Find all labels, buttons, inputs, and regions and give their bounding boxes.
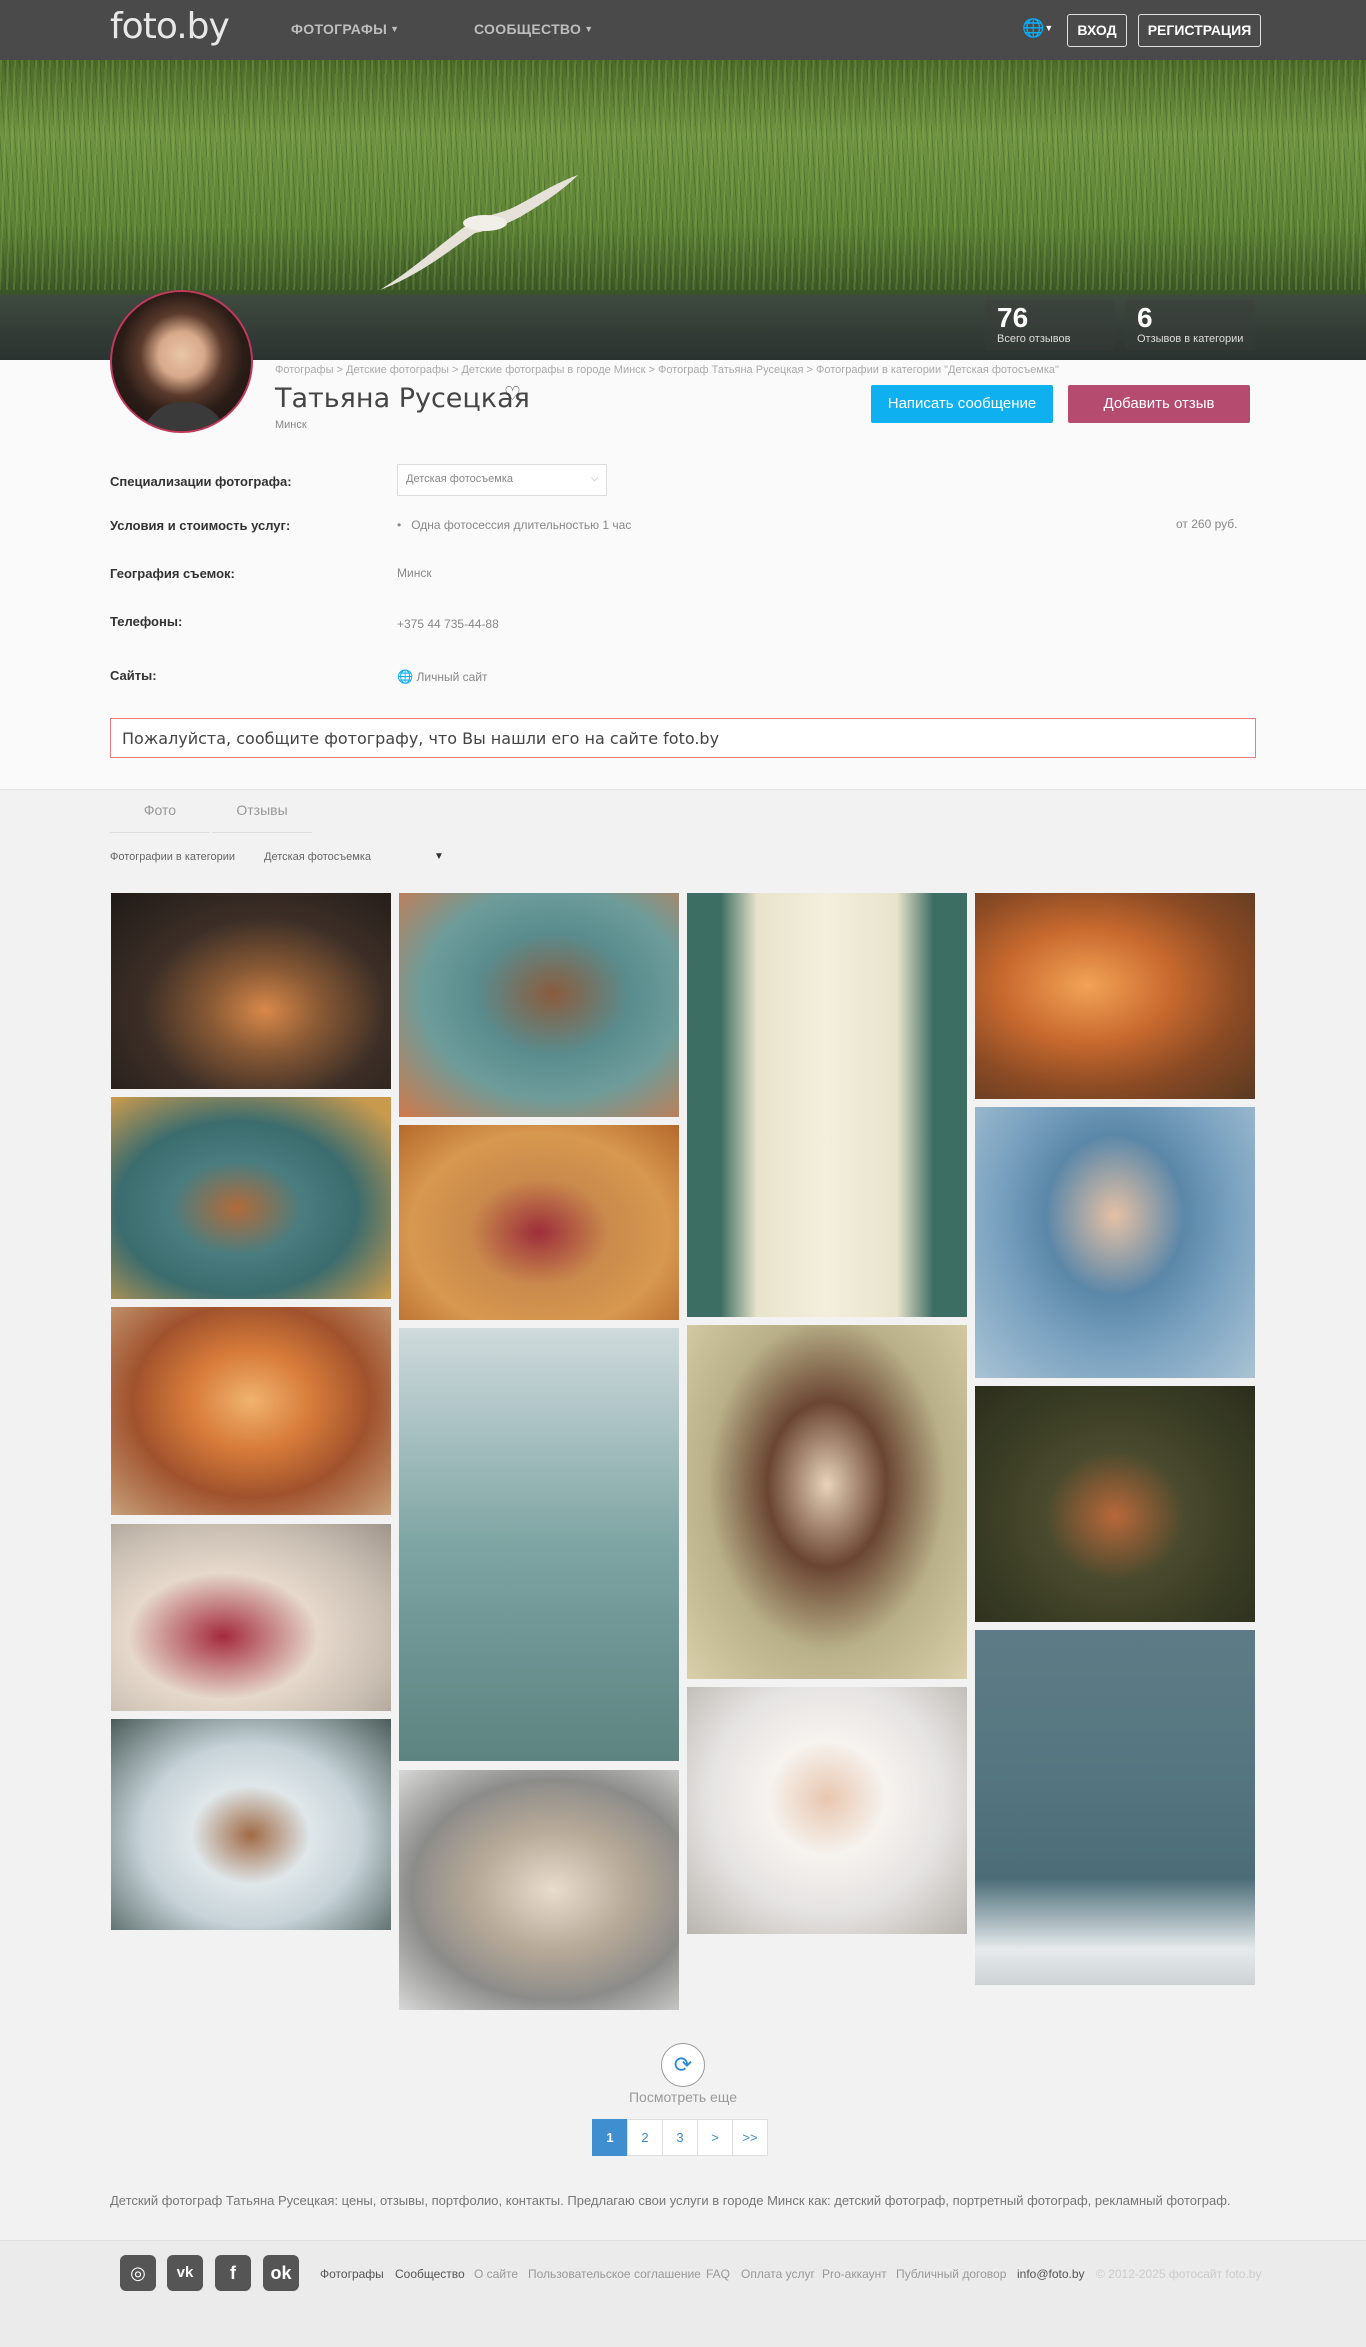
instagram-icon[interactable]: ◎ (120, 2255, 156, 2291)
gallery-photo[interactable] (975, 1386, 1255, 1622)
avatar (110, 290, 253, 433)
gallery-photo[interactable] (687, 1325, 967, 1679)
footer: ◎ vk f ok Фотографы Сообщество О сайте П… (0, 2240, 1366, 2347)
tab-reviews[interactable]: Отзывы (212, 800, 312, 833)
gallery-photo[interactable] (399, 1125, 679, 1320)
language-globe-icon[interactable]: 🌐▼ (1022, 18, 1053, 39)
category-reviews-stat[interactable]: 6 Отзывов в категории (1125, 300, 1255, 350)
specialization-select[interactable]: Детская фотосъемка ⌵ (397, 464, 607, 496)
gallery-photo[interactable] (975, 893, 1255, 1099)
sites-label: Сайты: (110, 668, 157, 683)
page-1[interactable]: 1 (592, 2119, 628, 2156)
caret-down-icon: ▼ (390, 24, 400, 34)
gallery-photo[interactable] (399, 1770, 679, 2010)
page-2[interactable]: 2 (627, 2119, 663, 2156)
gallery-photo[interactable] (687, 893, 967, 1317)
total-reviews-stat[interactable]: 76 Всего отзывов (985, 300, 1115, 350)
gallery-photo[interactable] (111, 1307, 391, 1515)
page-next[interactable]: > (697, 2119, 733, 2156)
gallery-photo[interactable] (111, 893, 391, 1089)
breadcrumb[interactable]: Фотографы > Детские фотографы > Детские … (275, 364, 1059, 376)
category-filter-label: Фотографии в категории (110, 851, 236, 863)
caret-down-icon: ▼ (584, 24, 594, 34)
page-3[interactable]: 3 (662, 2119, 698, 2156)
terms-label: Условия и стоимость услуг: (110, 518, 291, 533)
footer-link-agreement[interactable]: Пользовательское соглашение (528, 2267, 701, 2281)
chevron-down-icon: ⌵ (591, 473, 598, 483)
caret-down-icon[interactable]: ▼ (434, 851, 444, 862)
phones-label: Телефоны: (110, 614, 183, 629)
nav-community[interactable]: СООБЩЕСТВО ▼ (474, 21, 593, 37)
personal-site-link[interactable]: 🌐 Личный сайт (397, 669, 488, 685)
category-filter-select[interactable]: Детская фотосъемка (264, 851, 371, 863)
gallery-photo[interactable] (687, 1687, 967, 1934)
page-last[interactable]: >> (732, 2119, 768, 2156)
top-navbar: foto.by ФОТОГРАФЫ ▼ СООБЩЕСТВО ▼ 🌐▼ ВХОД Р… (0, 0, 1366, 60)
seagull-image (380, 175, 578, 290)
write-message-button[interactable]: Написать сообщение (871, 385, 1053, 423)
gallery-photo[interactable] (111, 1719, 391, 1930)
footer-link-photographers[interactable]: Фотографы (320, 2267, 384, 2281)
favorite-heart-icon[interactable]: ♡ (504, 383, 521, 406)
footer-link-community[interactable]: Сообщество (395, 2267, 465, 2281)
seo-description: Детский фотограф Татьяна Русецкая: цены,… (110, 2193, 1231, 2208)
facebook-icon[interactable]: f (215, 2255, 251, 2291)
footer-link-public-contract[interactable]: Публичный договор (896, 2267, 1006, 2281)
footer-link-about[interactable]: О сайте (474, 2267, 518, 2281)
add-review-button[interactable]: Добавить отзыв (1068, 385, 1250, 423)
register-button[interactable]: РЕГИСТРАЦИЯ (1138, 14, 1261, 47)
site-logo[interactable]: foto.by (110, 6, 230, 47)
spec-label: Специализации фотографа: (110, 474, 292, 489)
footer-link-email[interactable]: info@foto.by (1017, 2267, 1085, 2281)
footer-link-pro[interactable]: Pro-аккаунт (822, 2267, 887, 2281)
terms-price: от 260 руб. (1176, 517, 1238, 531)
vk-icon[interactable]: vk (167, 2255, 203, 2291)
gallery-photo[interactable] (111, 1524, 391, 1711)
terms-item: • Одна фотосессия длительностью 1 час (397, 518, 632, 532)
geo-value: Минск (397, 566, 432, 580)
refresh-icon[interactable]: ⟳ (661, 2043, 705, 2087)
odnoklassniki-icon[interactable]: ok (263, 2255, 299, 2291)
nav-photographers[interactable]: ФОТОГРАФЫ ▼ (291, 21, 399, 37)
phone-value[interactable]: +375 44 735-44-88 (397, 617, 499, 631)
gallery-photo[interactable] (975, 1107, 1255, 1378)
tab-photos[interactable]: Фото (110, 800, 210, 833)
footer-link-payment[interactable]: Оплата услуг (741, 2267, 815, 2281)
gallery-photo[interactable] (399, 1328, 679, 1761)
gallery-photo[interactable] (111, 1097, 391, 1299)
gallery-photo[interactable] (399, 893, 679, 1117)
load-more-button[interactable]: Посмотреть еще (0, 2089, 1366, 2105)
photographer-name: Татьяна Русецкая (275, 383, 530, 414)
footer-link-faq[interactable]: FAQ (706, 2267, 730, 2281)
copyright: © 2012-2025 фотосайт foto.by (1096, 2267, 1262, 2281)
gallery-photo[interactable] (975, 1630, 1255, 1985)
geo-label: География съемок: (110, 566, 235, 581)
login-button[interactable]: ВХОД (1067, 14, 1127, 47)
pagination: 1 2 3 > >> (592, 2119, 768, 2156)
notice-banner: Пожалуйста, сообщите фотографу, что Вы н… (110, 718, 1256, 758)
photographer-city: Минск (275, 419, 307, 431)
globe-icon: 🌐 (397, 669, 414, 684)
